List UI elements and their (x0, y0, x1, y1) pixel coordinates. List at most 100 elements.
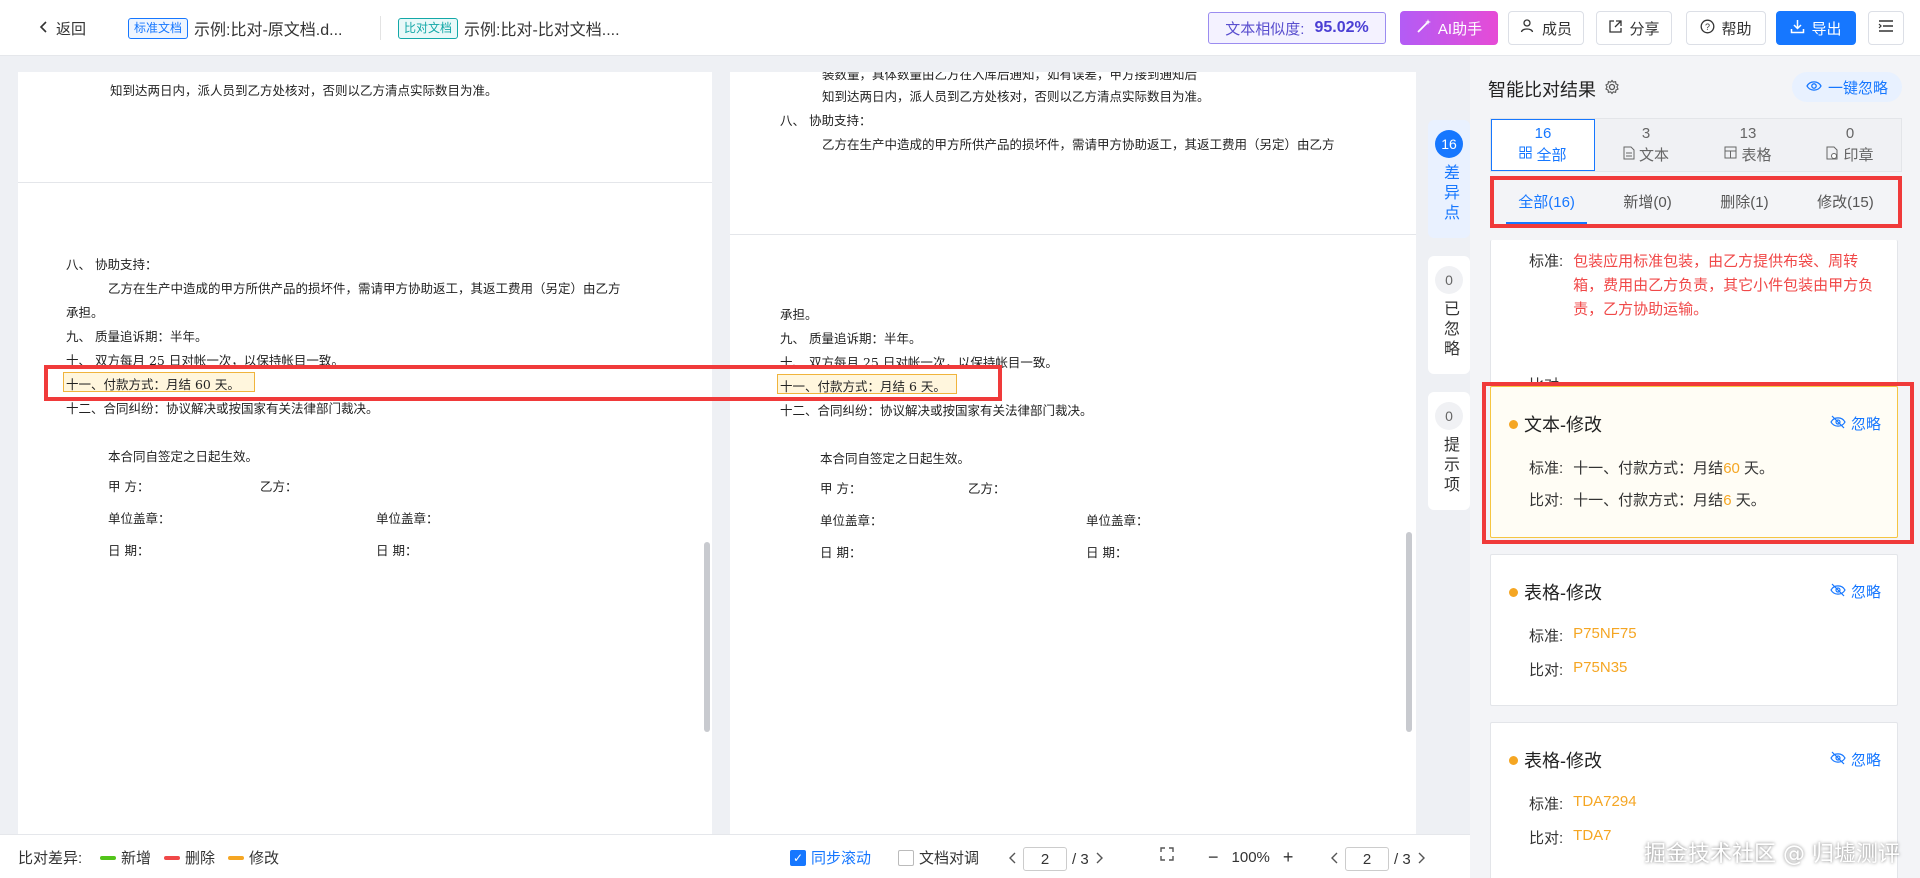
doc-line: 八、 协助支持： (780, 113, 872, 128)
doc-line: 日 期： (820, 545, 862, 560)
sync-scroll-label: 同步滚动 (811, 850, 872, 867)
document-icon (1623, 146, 1635, 164)
members-label: 成员 (1541, 20, 1572, 38)
panel-title: 智能比对结果 (1488, 76, 1620, 102)
card-compare-row: 比对: P75N35 (1529, 659, 1627, 680)
settings-icon[interactable] (1604, 79, 1620, 100)
ignored-count: 0 (1435, 266, 1463, 294)
help-label: 帮助 (1721, 20, 1752, 38)
card-title: 表格-修改 (1524, 583, 1602, 603)
chevron-right-icon[interactable] (1094, 851, 1104, 868)
doc-line: 乙方在生产中造成的甲方所供产品的损坏件，需请甲方协助返工，其返工费用（另定）由乙… (822, 137, 1335, 152)
doc-line: 本合同自签定之日起生效。 (108, 449, 259, 464)
hints-marker[interactable]: 0 提示项 (1428, 392, 1470, 510)
doc-swap-toggle[interactable]: 文档对调 (898, 847, 979, 868)
legend-title: 比对差异: (18, 847, 82, 868)
menu-button[interactable] (1868, 11, 1904, 45)
ai-assistant-label: AI助手 (1437, 20, 1483, 38)
chevron-right-icon[interactable] (1416, 851, 1426, 868)
tab-table[interactable]: 13 表格 (1697, 119, 1799, 171)
legend-add-label: 新增 (121, 850, 152, 867)
doc-line: 单位盖章： (376, 511, 439, 526)
compare-doc-title[interactable]: 比对文档 示例:比对-比对文档.... (398, 16, 620, 40)
doc-line: 单位盖章： (108, 511, 171, 526)
scrollbar-thumb[interactable] (704, 542, 710, 732)
annotation-outline (1482, 382, 1914, 544)
right-page-total: / 3 (1394, 850, 1411, 868)
download-icon (1790, 19, 1805, 38)
compare-label: 比对: (1529, 662, 1564, 679)
compare-value: TDA7 (1573, 827, 1612, 844)
tab-count: 16 (1534, 125, 1552, 142)
fullscreen-button[interactable] (1160, 847, 1174, 865)
doc-line: 八、 协助支持： (66, 257, 158, 272)
sync-scroll-checkbox[interactable]: ✓ (790, 849, 806, 866)
modify-dot (1509, 587, 1518, 597)
diff-card[interactable]: 表格-修改 忽略 标准: P75NF75 比对: P75N35 (1490, 554, 1898, 706)
zoom-in-icon[interactable]: + (1283, 847, 1294, 868)
card-standard-row: 标准: TDA7294 (1529, 793, 1637, 814)
compare-value: P75N35 (1573, 659, 1628, 676)
legend-deleted: 删除 (164, 847, 215, 868)
members-button[interactable]: 成员 (1508, 11, 1584, 45)
ignore-button[interactable]: 忽略 (1830, 581, 1881, 602)
tab-all-types[interactable]: 16 全部 (1491, 119, 1595, 171)
card-header: 表格-修改 (1509, 579, 1602, 605)
chevron-left-icon[interactable] (1330, 851, 1340, 868)
card-title: 表格-修改 (1524, 751, 1602, 771)
right-page-input[interactable]: 2 (1345, 847, 1389, 871)
back-button[interactable]: 返回 (38, 18, 86, 39)
doc-line: 九、 质量追诉期：半年。 (66, 329, 208, 344)
card-standard-row: 标准: P75NF75 (1529, 625, 1637, 646)
hints-count: 0 (1435, 402, 1463, 430)
scrollbar-thumb[interactable] (1406, 532, 1412, 732)
eye-off-icon (1830, 583, 1846, 601)
standard-doc-title[interactable]: 标准文档 示例:比对-原文档.d... (128, 16, 342, 40)
similarity-value: 95.02% (1314, 19, 1369, 36)
standard-value: TDA7294 (1573, 793, 1637, 810)
share-button[interactable]: 分享 (1596, 11, 1672, 45)
card-compare-row: 比对: TDA7 (1529, 827, 1612, 848)
standard-document-pane[interactable]: 知到达两日内，派人员到乙方处核对，否则以乙方清点实际数目为准。 八、 协助支持：… (18, 72, 712, 834)
ignore-button[interactable]: 忽略 (1830, 749, 1881, 770)
right-page-nav: 2 / 3 (1330, 847, 1426, 871)
diff-points-marker[interactable]: 16 差异点 (1428, 120, 1470, 238)
ignored-marker[interactable]: 0 已忽略 (1428, 256, 1470, 374)
standard-label: 标准: (1529, 628, 1564, 645)
eye-icon (1806, 79, 1822, 96)
menu-icon (1878, 19, 1894, 37)
hints-label: 提示项 (1441, 436, 1458, 496)
doc-line: 承担。 (66, 305, 104, 320)
standard-label: 标准: (1529, 796, 1564, 813)
tab-label: 文本 (1638, 147, 1669, 164)
export-button[interactable]: 导出 (1776, 11, 1856, 45)
zoom-out-icon[interactable]: − (1208, 847, 1219, 868)
legend-added: 新增 (100, 847, 151, 868)
ignore-all-button[interactable]: 一键忽略 (1792, 72, 1902, 102)
doc-line: 本合同自签定之日起生效。 (820, 451, 971, 466)
legend-modified: 修改 (228, 847, 279, 868)
compare-document-pane[interactable]: 装数量，具体数量由乙方在入库后通知，如有误差，甲方接到通知后 知到达两日内，派人… (730, 72, 1416, 834)
doc-swap-checkbox[interactable] (898, 849, 914, 866)
legend-title-text: 比对差异: (18, 850, 83, 867)
chevron-left-icon[interactable] (1008, 851, 1018, 868)
ai-assistant-button[interactable]: AI助手 (1400, 11, 1498, 45)
seal-icon (1826, 146, 1839, 164)
sync-scroll-toggle[interactable]: ✓ 同步滚动 (790, 847, 871, 868)
ignore-all-label: 一键忽略 (1827, 79, 1888, 97)
card-standard-row: 标准: 包装应用标准包装，由乙方提供布袋、周转箱，费用由乙方负责，其它小件包装由… (1529, 250, 1873, 322)
panel-title-text: 智能比对结果 (1488, 80, 1596, 100)
doc-line: 装数量，具体数量由乙方在入库后通知，如有误差，甲方接到通知后 (822, 72, 1198, 82)
legend-modify-label: 修改 (249, 850, 280, 867)
ignored-label: 已忽略 (1441, 300, 1458, 360)
tab-text[interactable]: 3 文本 (1595, 119, 1697, 171)
back-label: 返回 (56, 21, 87, 38)
tab-label: 印章 (1843, 147, 1874, 164)
help-button[interactable]: ? 帮助 (1686, 11, 1766, 45)
tab-seal[interactable]: 0 印章 (1799, 119, 1901, 171)
bottom-toolbar: 比对差异: 新增 删除 修改 ✓ 同步滚动 文档对调 2 / 3 − 100% … (0, 834, 1470, 878)
share-label: 分享 (1629, 20, 1660, 38)
tab-count: 0 (1845, 125, 1855, 142)
left-page-input[interactable]: 2 (1023, 847, 1067, 871)
standard-label: 标准: (1529, 253, 1564, 270)
